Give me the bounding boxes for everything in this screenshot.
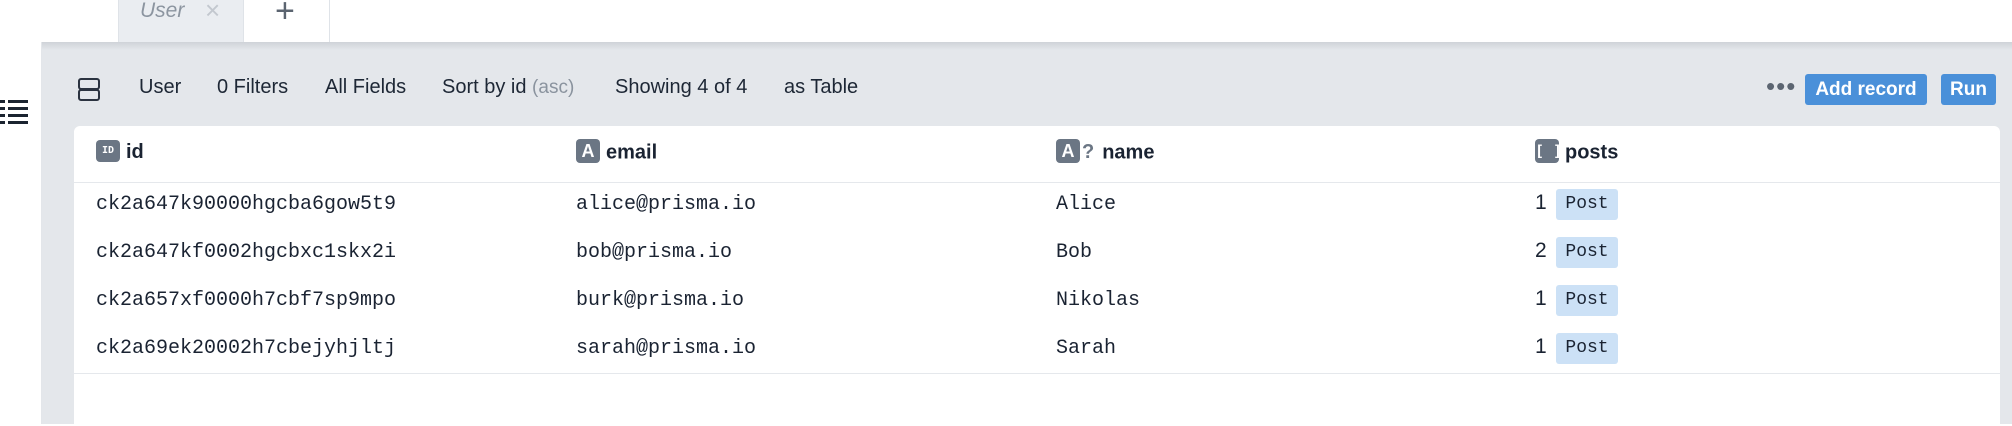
fields-button[interactable]: All Fields: [325, 76, 406, 99]
showing-count: Showing 4 of 4: [615, 76, 748, 98]
cell-name[interactable]: Bob: [1056, 241, 1092, 264]
posts-relation-pill[interactable]: Post: [1556, 237, 1618, 268]
posts-count: 1: [1535, 335, 1547, 358]
cell-email[interactable]: burk@prisma.io: [576, 289, 744, 312]
cell-id[interactable]: ck2a647k90000hgcba6gow5t9: [96, 193, 396, 216]
add-tab-button[interactable]: +: [244, 0, 330, 42]
posts-relation-pill[interactable]: Post: [1556, 285, 1618, 316]
cell-id[interactable]: ck2a69ek20002h7cbejyhjltj: [96, 337, 396, 360]
column-header-email[interactable]: Aemail: [576, 139, 658, 165]
cell-name[interactable]: Nikolas: [1056, 289, 1140, 312]
optional-icon: ?: [1082, 141, 1095, 164]
tab-user[interactable]: User ×: [118, 0, 244, 42]
posts-count: 1: [1535, 287, 1547, 310]
cell-email[interactable]: bob@prisma.io: [576, 241, 732, 264]
table-row[interactable]: ck2a647kf0002hgcbxc1skx2i bob@prisma.io …: [74, 231, 2000, 279]
cell-email[interactable]: alice@prisma.io: [576, 193, 756, 216]
cell-email[interactable]: sarah@prisma.io: [576, 337, 756, 360]
run-button[interactable]: Run: [1941, 74, 1996, 105]
model-selector[interactable]: User: [139, 76, 181, 99]
sidebar: [0, 42, 42, 424]
cell-name[interactable]: Sarah: [1056, 337, 1116, 360]
table-row[interactable]: ck2a647k90000hgcba6gow5t9 alice@prisma.i…: [74, 183, 2000, 231]
sort-button[interactable]: Sort by id (asc): [442, 76, 574, 99]
sort-direction: (asc): [532, 77, 575, 98]
filters-button[interactable]: 0 Filters: [217, 76, 288, 99]
cell-id[interactable]: ck2a647kf0002hgcbxc1skx2i: [96, 241, 396, 264]
records-table: ID id Aemail A? name [ ] posts ck2a647k9000…: [74, 126, 2000, 426]
view-mode-button[interactable]: as Table: [784, 76, 858, 99]
close-icon[interactable]: ×: [205, 0, 220, 23]
posts-relation-pill[interactable]: Post: [1556, 189, 1618, 220]
column-name: name: [1102, 141, 1155, 164]
column-name: email: [606, 141, 658, 164]
column-header-id[interactable]: ID id: [96, 139, 144, 164]
string-type-icon: A: [576, 139, 600, 163]
tab-bar: User × +: [0, 0, 2012, 42]
toolbar: User 0 Filters All Fields Sort by id (as…: [42, 62, 2012, 118]
column-header-name[interactable]: A? name: [1056, 139, 1155, 165]
posts-count: 1: [1535, 191, 1547, 214]
table-divider: [74, 373, 2000, 374]
id-type-icon: ID: [96, 139, 120, 162]
list-type-icon: [ ]: [1535, 139, 1562, 163]
sort-label: Sort by id: [442, 76, 527, 98]
cell-name[interactable]: Alice: [1056, 193, 1116, 216]
models-list-icon[interactable]: [0, 100, 28, 124]
table-row[interactable]: ck2a69ek20002h7cbejyhjltj sarah@prisma.i…: [74, 327, 2000, 375]
column-header-posts[interactable]: [ ] posts: [1535, 139, 1619, 165]
add-record-button[interactable]: Add record: [1805, 74, 1927, 105]
tab-label: User: [140, 0, 185, 22]
plus-icon: +: [275, 0, 295, 30]
posts-relation-pill[interactable]: Post: [1556, 333, 1618, 364]
cell-id[interactable]: ck2a657xf0000h7cbf7sp9mpo: [96, 289, 396, 312]
more-options-icon[interactable]: •••: [1766, 73, 1796, 99]
table-header: ID id Aemail A? name [ ] posts: [74, 126, 2000, 183]
posts-count: 2: [1535, 239, 1547, 262]
column-name: id: [126, 141, 144, 163]
string-type-icon: A: [1056, 139, 1080, 163]
layers-icon[interactable]: [78, 78, 100, 102]
table-row[interactable]: ck2a657xf0000h7cbf7sp9mpo burk@prisma.io…: [74, 279, 2000, 327]
column-name: posts: [1565, 141, 1619, 164]
